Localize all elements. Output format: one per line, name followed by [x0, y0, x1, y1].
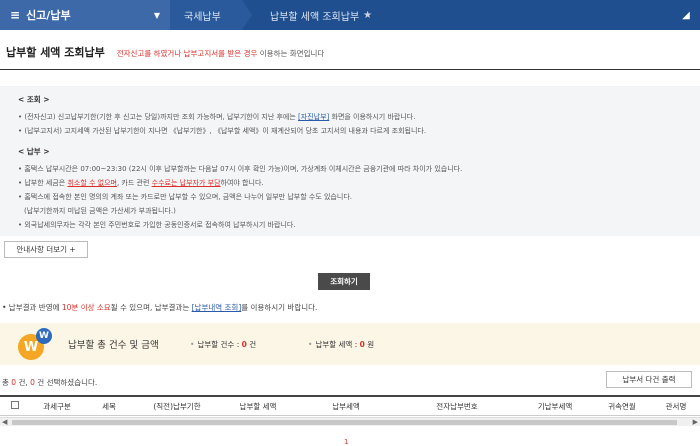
count-text: 총: [2, 378, 12, 387]
col-attribution-month[interactable]: 귀속연월: [592, 401, 652, 412]
breadcrumb-label: 납부할 세액 조회납부: [270, 11, 360, 23]
summary-box: W W 납부할 총 건수 및 금액 • 납부할 건수 : 0 건 • 납부할 세액 …: [0, 323, 700, 365]
summary-amount-label: 납부할 세액 :: [315, 339, 360, 349]
notice-text: • (전자신고) 신고납부기한(기한 후 신고는 당일)까지만 조회 가능하며,…: [18, 113, 299, 121]
payment-info-line: • 납부결과 반영에 10분 이상 소요될 수 있으며, 납부결과는 [납부내역…: [2, 302, 317, 313]
page-title-row: 납부할 세액 조회납부 전자신고를 하였거나 납부고지서를 받은 경우 이용하는…: [6, 44, 324, 60]
selection-count: 총 0 건, 0 건 선택하셨습니다.: [2, 377, 97, 388]
page-description-rest: 이용하는 화면입니다: [259, 49, 325, 58]
self-payment-link[interactable]: [자진납부]: [298, 113, 329, 121]
notice-text: 하여야 합니다.: [220, 179, 264, 187]
summary-amount-unit: 원: [364, 339, 375, 349]
scroll-left-icon[interactable]: ◀: [2, 418, 7, 426]
top-nav-bar: ≡ 신고/납부 ▼ 국세납부 납부할 세액 조회납부 ★ ◢: [0, 0, 700, 30]
caret-down-icon: ▼: [153, 10, 160, 20]
horizontal-scrollbar[interactable]: ◀ ▶: [0, 417, 700, 426]
breadcrumb-current[interactable]: 납부할 세액 조회납부 ★: [252, 0, 372, 30]
page-title: 납부할 세액 조회납부: [6, 46, 105, 59]
bullet-icon: •: [308, 339, 313, 349]
breadcrumb-national-tax-payment[interactable]: 국세납부: [170, 0, 242, 30]
hamburger-icon: ≡: [10, 8, 21, 22]
notice-text: • 납부한 세금은: [18, 179, 68, 187]
summary-count-label: 납부할 건수 :: [197, 339, 242, 349]
col-tax-category[interactable]: 과세구분: [30, 401, 84, 412]
col-office-name[interactable]: 관서명: [652, 401, 700, 412]
col-paid-amount[interactable]: 납부세액: [296, 401, 396, 412]
col-due-date[interactable]: (직전)납부기한: [134, 401, 220, 412]
favorite-star-icon[interactable]: ★: [363, 10, 372, 21]
select-all-checkbox[interactable]: [11, 401, 19, 409]
col-tax-due[interactable]: 납부할 세액: [220, 401, 296, 412]
breadcrumb-label: 국세납부: [184, 11, 221, 23]
summary-amount: • 납부할 세액 : 0 원: [308, 339, 426, 350]
summary-title: 납부할 총 건수 및 금액: [68, 340, 159, 351]
page-description-highlight: 전자신고를 하였거나 납부고지서를 받은 경우: [116, 49, 258, 58]
notice-line: • (전자신고) 신고납부기한(기한 후 신고는 당일)까지만 조회 가능하며,…: [18, 110, 682, 124]
won-coin-icon: W W: [16, 326, 56, 362]
payment-history-link[interactable]: [납부내역 조회]: [192, 303, 242, 312]
notice-text: , 카드 관련: [116, 179, 152, 187]
count-text: 건,: [16, 378, 31, 387]
query-button[interactable]: 조회하기: [318, 273, 370, 290]
notice-line: • 외국납세의무자는 각각 본인 주민번호로 가입한 공동인증서로 접속하여 납…: [18, 221, 296, 229]
notice-line: (납부기한까지 미납된 금액은 가산세가 부과됩니다.): [24, 207, 176, 215]
notice-box: < 조회 > • (전자신고) 신고납부기한(기한 후 신고는 당일)까지만 조…: [0, 86, 700, 236]
breadcrumb-separator: [242, 0, 252, 30]
menu-label: 신고/납부: [26, 9, 71, 22]
col-e-payment-number[interactable]: 전자납부번호: [396, 401, 518, 412]
bulk-print-button[interactable]: 납부서 다건 출력: [606, 371, 692, 388]
scroll-right-icon[interactable]: ▶: [693, 418, 698, 426]
expand-icon[interactable]: ◢: [672, 0, 700, 30]
notice-line: • 납부한 세금은 취소할 수 없으며, 카드 관련 수수료는 납부자가 부담하…: [18, 176, 682, 190]
info-text: 를 이용하시기 바랍니다.: [241, 303, 318, 312]
info-highlight: 10분 이상 소요: [61, 303, 111, 312]
summary-count: • 납부할 건수 : 0 건: [190, 339, 308, 350]
col-prepaid-tax[interactable]: 기납부세액: [518, 401, 592, 412]
summary-count-unit: 건: [246, 339, 257, 349]
more-notice-button[interactable]: 안내사항 더보기 +: [4, 241, 88, 258]
bullet-icon: •: [190, 339, 195, 349]
table-header: 과세구분 세목 (직전)납부기한 납부할 세액 납부세액 전자납부번호 기납부세…: [0, 395, 700, 416]
page-description: 전자신고를 하였거나 납부고지서를 받은 경우 이용하는 화면입니다: [117, 48, 325, 59]
select-all-cell: [0, 401, 30, 411]
notice-warning: 수수료는 납부자가 부담: [151, 179, 221, 187]
notice-section-payment-title: < 납부 >: [18, 147, 50, 156]
col-tax-item[interactable]: 세목: [84, 401, 134, 412]
menu-dropdown-button[interactable]: ≡ 신고/납부 ▼: [0, 0, 170, 30]
pagination-current[interactable]: 1: [344, 438, 348, 446]
title-divider: [0, 69, 700, 70]
info-text: • 납부결과 반영에: [2, 303, 62, 312]
notice-section-query-title: < 조회 >: [18, 95, 50, 104]
info-text: 될 수 있으며, 납부결과는: [110, 303, 192, 312]
notice-line: • 홈택스에 접속한 본인 명의의 계좌 또는 카드로만 납부할 수 있으며, …: [18, 193, 352, 201]
scrollbar-thumb[interactable]: [12, 420, 677, 425]
notice-line: • (납부고지서) 고지세액 가산된 납부기한이 지나면 《납부기한》, 《납부…: [18, 127, 427, 135]
count-text: 건 선택하셨습니다.: [34, 378, 98, 387]
notice-warning: 취소할 수 없으며: [67, 179, 117, 187]
notice-line: • 홈택스 납부시간은 07:00~23:30 (22시 이후 납부할까는 다음…: [18, 165, 463, 173]
notice-text: 화면을 이용하시기 바랍니다.: [329, 113, 416, 121]
